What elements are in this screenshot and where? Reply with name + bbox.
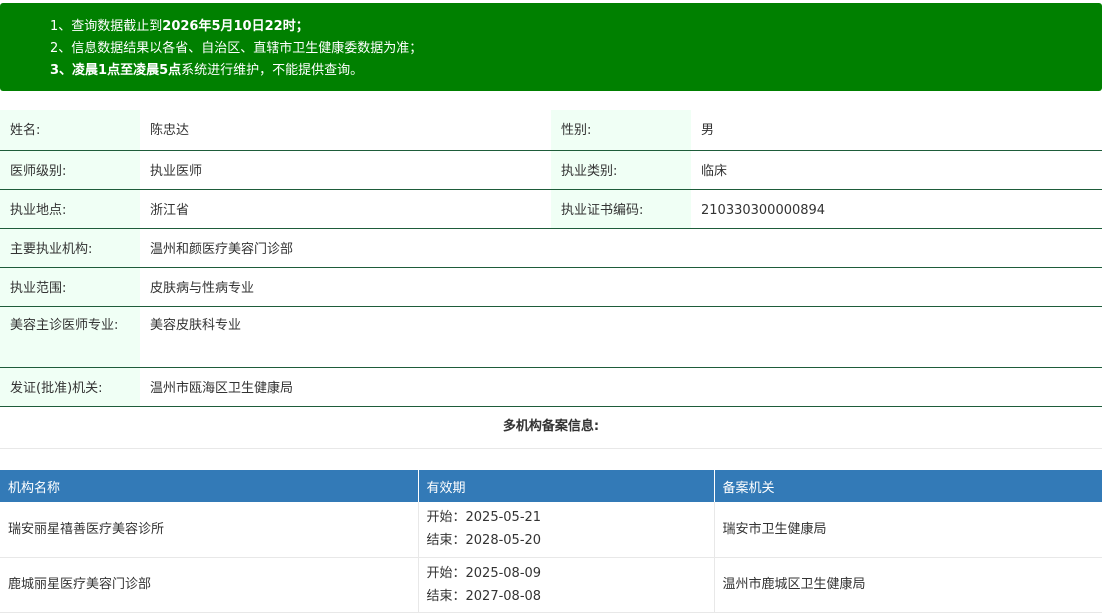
- record-authority: 瑞安市卫生健康局: [714, 502, 1102, 558]
- location-label: 执业地点:: [0, 189, 140, 229]
- doctor-info-table: 姓名: 陈忠达 性别: 男 医师级别: 执业医师 执业类别: 临床 执业地点: …: [0, 110, 1102, 407]
- info-row-location: 执业地点: 浙江省 执业证书编码: 210330300000894: [0, 189, 1102, 229]
- cert-label: 执业证书编码:: [551, 189, 691, 229]
- beauty-label: 美容主诊医师专业:: [0, 306, 140, 368]
- record-end: 结束：2027-08-08: [426, 588, 542, 604]
- category-value: 临床: [691, 150, 1102, 190]
- record-validity: 开始：2025-08-09 结束：2027-08-08: [417, 557, 715, 613]
- header-org: 机构名称: [0, 470, 419, 502]
- table-row: 鹿城丽星医疗美容门诊部 开始：2025-08-09 结束：2027-08-08 …: [0, 557, 1102, 613]
- info-row-org: 主要执业机构: 温州和颜医疗美容门诊部: [0, 228, 1102, 268]
- cert-value: 210330300000894: [691, 189, 1102, 229]
- multi-org-table: 机构名称 有效期 备案机关 瑞安丽星禧善医疗美容诊所 开始：2025-05-21…: [0, 470, 1102, 613]
- issuer-label: 发证(批准)机关:: [0, 367, 140, 407]
- level-value: 执业医师: [140, 150, 551, 190]
- header-validity: 有效期: [418, 470, 715, 502]
- header-authority: 备案机关: [714, 470, 1102, 502]
- beauty-value: 美容皮肤科专业: [140, 306, 1102, 368]
- org-value: 温州和颜医疗美容门诊部: [140, 228, 1102, 268]
- info-row-issuer: 发证(批准)机关: 温州市瓯海区卫生健康局: [0, 367, 1102, 407]
- record-org: 瑞安丽星禧善医疗美容诊所: [0, 502, 418, 558]
- category-label: 执业类别:: [551, 150, 691, 190]
- name-label: 姓名:: [0, 110, 140, 151]
- table-row: 瑞安丽星禧善医疗美容诊所 开始：2025-05-21 结束：2028-05-20…: [0, 502, 1102, 558]
- info-row-beauty: 美容主诊医师专业: 美容皮肤科专业: [0, 306, 1102, 368]
- scope-value: 皮肤病与性病专业: [140, 267, 1102, 307]
- notice-line-1: 1、查询数据截止到2026年5月10日22时；: [50, 19, 309, 34]
- level-label: 医师级别:: [0, 150, 140, 190]
- info-row-scope: 执业范围: 皮肤病与性病专业: [0, 267, 1102, 307]
- gender-value: 男: [691, 110, 1102, 151]
- issuer-value: 温州市瓯海区卫生健康局: [140, 367, 1102, 407]
- info-row-name: 姓名: 陈忠达 性别: 男: [0, 110, 1102, 151]
- notice-line-3: 3、凌晨1点至凌晨5点系统进行维护，不能提供查询。: [50, 63, 364, 78]
- record-validity: 开始：2025-05-21 结束：2028-05-20: [417, 502, 715, 558]
- info-row-level: 医师级别: 执业医师 执业类别: 临床: [0, 150, 1102, 190]
- record-end: 结束：2028-05-20: [426, 533, 542, 549]
- record-org: 鹿城丽星医疗美容门诊部: [0, 557, 418, 613]
- record-authority: 温州市鹿城区卫生健康局: [714, 557, 1102, 613]
- multi-org-title: 多机构备案信息:: [0, 406, 1102, 449]
- notice-line-2: 2、信息数据结果以各省、自治区、直辖市卫生健康委数据为准；: [50, 41, 423, 56]
- org-label: 主要执业机构:: [0, 228, 140, 268]
- gender-label: 性别:: [551, 110, 691, 151]
- notice-banner: 1、查询数据截止到2026年5月10日22时； 2、信息数据结果以各省、自治区、…: [0, 3, 1102, 91]
- record-start: 开始：2025-08-09: [426, 565, 542, 581]
- location-value: 浙江省: [140, 189, 551, 229]
- scope-label: 执业范围:: [0, 267, 140, 307]
- name-value: 陈忠达: [140, 110, 551, 151]
- records-header-row: 机构名称 有效期 备案机关: [0, 470, 1102, 502]
- record-start: 开始：2025-05-21: [426, 510, 542, 526]
